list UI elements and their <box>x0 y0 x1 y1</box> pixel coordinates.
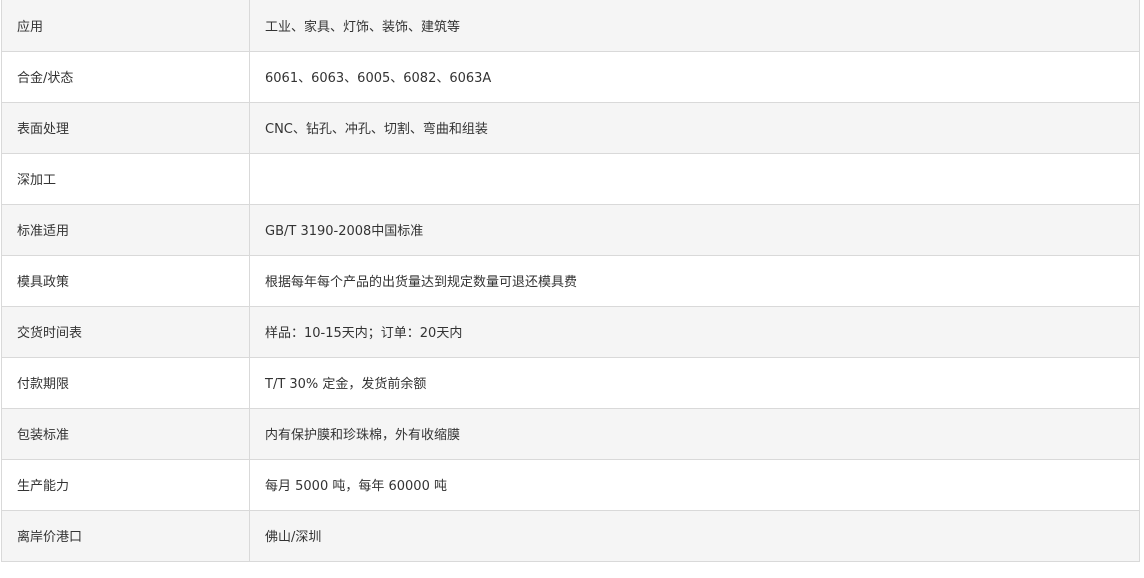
table-row: 交货时间表 样品：10-15天内；订单：20天内 <box>1 305 1140 358</box>
row-value: 工业、家具、灯饰、装饰、建筑等 <box>249 0 1140 52</box>
table-row: 标准适用 GB/T 3190-2008中国标准 <box>1 203 1140 256</box>
row-label: 标准适用 <box>1 203 250 256</box>
table-row: 生产能力 每月 5000 吨，每年 60000 吨 <box>1 458 1140 511</box>
table-row: 付款期限 T/T 30% 定金，发货前余额 <box>1 356 1140 409</box>
row-label: 付款期限 <box>1 356 250 409</box>
table-row: 深加工 <box>1 152 1140 205</box>
row-label: 应用 <box>1 0 250 52</box>
row-value: 样品：10-15天内；订单：20天内 <box>249 305 1140 358</box>
row-value: 每月 5000 吨，每年 60000 吨 <box>249 458 1140 511</box>
row-value: 佛山/深圳 <box>249 509 1140 562</box>
row-value: T/T 30% 定金，发货前余额 <box>249 356 1140 409</box>
table-row: 表面处理 CNC、钻孔、冲孔、切割、弯曲和组装 <box>1 101 1140 154</box>
table-row: 合金/状态 6061、6063、6005、6082、6063A <box>1 50 1140 103</box>
row-label: 表面处理 <box>1 101 250 154</box>
spec-table: 应用 工业、家具、灯饰、装饰、建筑等 合金/状态 6061、6063、6005、… <box>1 0 1140 562</box>
row-value: GB/T 3190-2008中国标准 <box>249 203 1140 256</box>
table-row: 包装标准 内有保护膜和珍珠棉，外有收缩膜 <box>1 407 1140 460</box>
row-label: 交货时间表 <box>1 305 250 358</box>
row-label: 合金/状态 <box>1 50 250 103</box>
row-value: 根据每年每个产品的出货量达到规定数量可退还模具费 <box>249 254 1140 307</box>
table-row: 应用 工业、家具、灯饰、装饰、建筑等 <box>1 0 1140 52</box>
table-row: 离岸价港口 佛山/深圳 <box>1 509 1140 562</box>
row-label: 生产能力 <box>1 458 250 511</box>
row-label: 模具政策 <box>1 254 250 307</box>
row-label: 深加工 <box>1 152 250 205</box>
row-value: 内有保护膜和珍珠棉，外有收缩膜 <box>249 407 1140 460</box>
row-value <box>249 152 1140 205</box>
row-value: CNC、钻孔、冲孔、切割、弯曲和组装 <box>249 101 1140 154</box>
row-label: 离岸价港口 <box>1 509 250 562</box>
row-label: 包装标准 <box>1 407 250 460</box>
table-row: 模具政策 根据每年每个产品的出货量达到规定数量可退还模具费 <box>1 254 1140 307</box>
row-value: 6061、6063、6005、6082、6063A <box>249 50 1140 103</box>
